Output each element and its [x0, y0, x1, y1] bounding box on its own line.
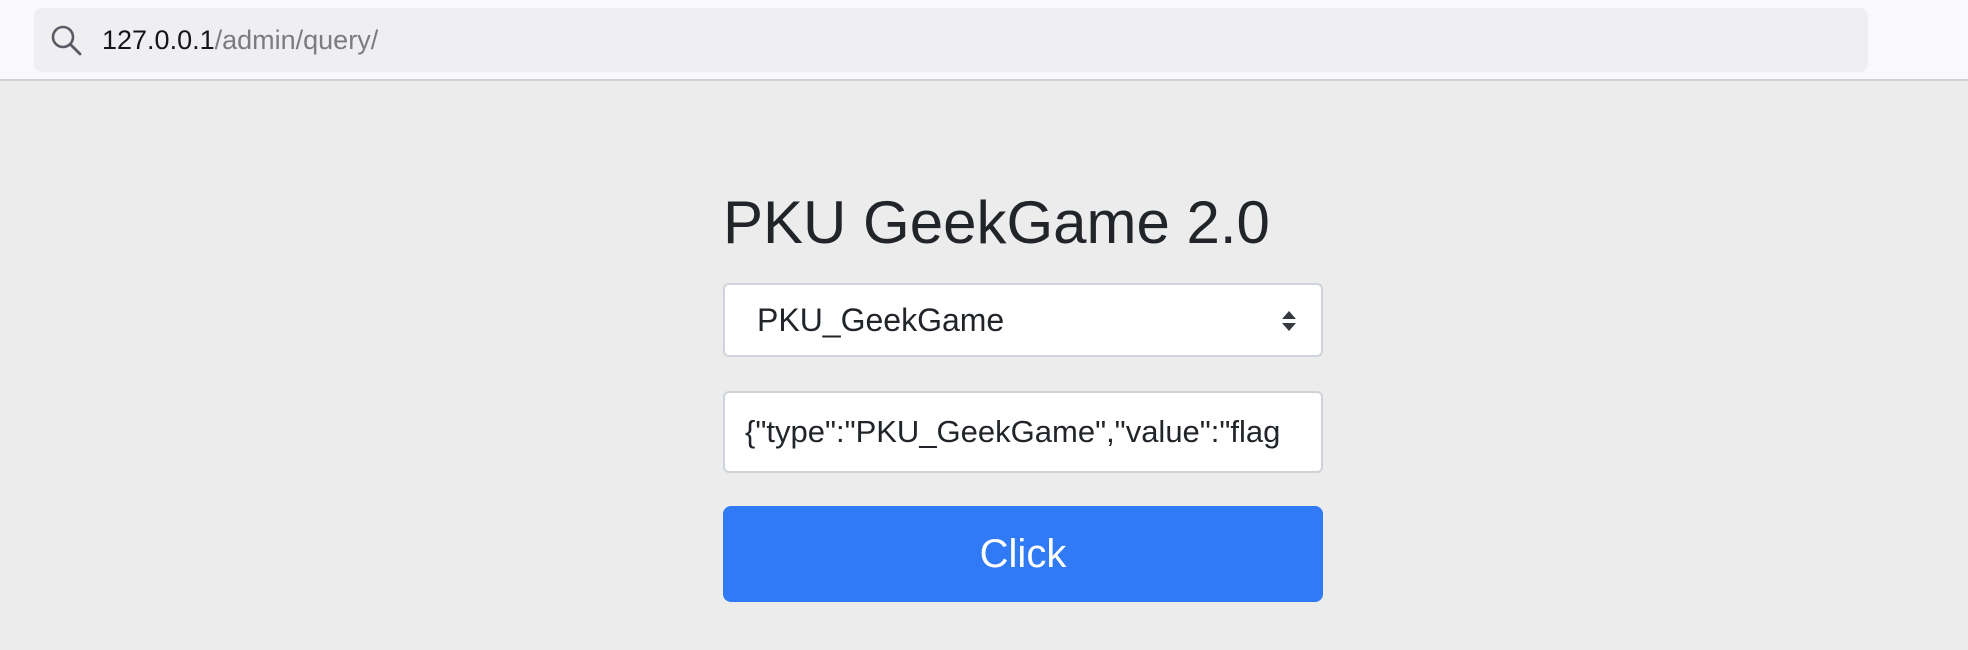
url-host: 127.0.0.1 [102, 25, 215, 55]
url-path: /admin/query/ [214, 25, 379, 55]
json-input-value: {"type":"PKU_GeekGame","value":"flag [745, 414, 1281, 449]
address-bar-url: 127.0.0.1/admin/query/ [102, 8, 378, 72]
address-bar[interactable]: 127.0.0.1/admin/query/ [34, 8, 1868, 72]
search-icon [51, 25, 82, 56]
type-select-value: PKU_GeekGame [757, 302, 1005, 338]
click-button[interactable]: Click [723, 506, 1323, 602]
type-select[interactable]: PKU_GeekGame [723, 283, 1323, 357]
browser-toolbar: 127.0.0.1/admin/query/ [0, 0, 1968, 81]
select-arrows-icon [1282, 311, 1296, 331]
json-input[interactable]: {"type":"PKU_GeekGame","value":"flag [723, 391, 1323, 473]
page-title: PKU GeekGame 2.0 [723, 189, 1270, 256]
page-content: PKU GeekGame 2.0 PKU_GeekGame {"type":"P… [0, 83, 1968, 650]
